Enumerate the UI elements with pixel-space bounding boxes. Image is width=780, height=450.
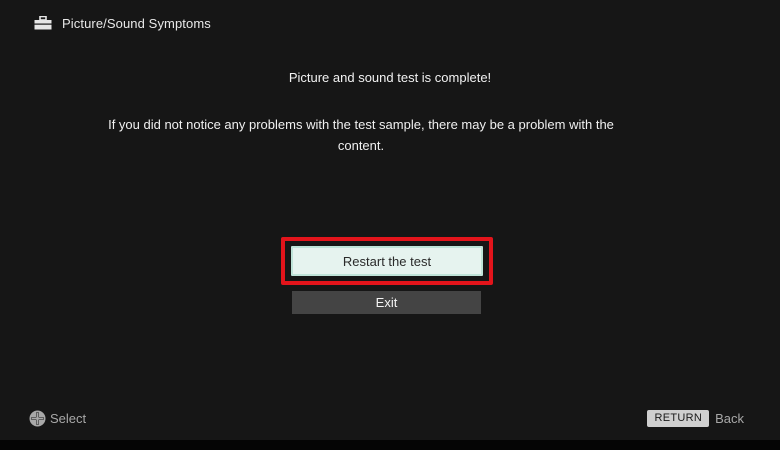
return-key-badge: RETURN (647, 410, 710, 427)
select-hint: Select (29, 410, 86, 427)
tv-screen: Picture/Sound Symptoms Picture and sound… (0, 0, 780, 450)
exit-button[interactable]: Exit (292, 291, 481, 314)
toolbox-icon (34, 15, 52, 30)
page-title: Picture/Sound Symptoms (62, 15, 211, 31)
completion-message: Picture and sound test is complete! (288, 70, 492, 85)
dpad-icon (29, 410, 46, 427)
bottom-edge (0, 440, 780, 450)
info-message: If you did not notice any problems with … (108, 117, 614, 153)
header: Picture/Sound Symptoms (34, 13, 211, 33)
back-hint: RETURN Back (647, 410, 744, 427)
restart-test-button[interactable]: Restart the test (291, 246, 483, 276)
select-label: Select (50, 411, 87, 426)
back-label: Back (715, 411, 744, 426)
